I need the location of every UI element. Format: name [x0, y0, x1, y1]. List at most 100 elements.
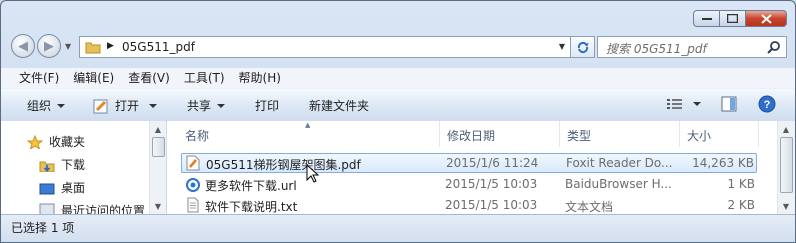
- column-divider[interactable]: [679, 121, 680, 147]
- maximize-button[interactable]: [719, 10, 745, 27]
- refresh-button[interactable]: [571, 36, 595, 58]
- close-button[interactable]: [745, 10, 787, 27]
- nav-recent-places-label: 最近访问的位置: [61, 204, 146, 214]
- print-button[interactable]: 打印: [255, 97, 279, 114]
- file-row[interactable]: 软件下载说明.txt 2015/1/5 10:03 文本文档 2 KB: [181, 196, 757, 216]
- nav-downloads[interactable]: 下载: [39, 156, 85, 173]
- file-type: 文本文档: [565, 200, 614, 214]
- column-modified[interactable]: 修改日期: [447, 127, 495, 144]
- nav-desktop-label: 桌面: [61, 181, 86, 195]
- folder-icon: [85, 42, 101, 54]
- nav-favorites[interactable]: 收藏夹: [27, 133, 85, 150]
- column-name[interactable]: 名称: [185, 127, 209, 144]
- file-type: BaiduBrowser H...: [565, 177, 671, 191]
- column-type[interactable]: 类型: [567, 127, 591, 144]
- forward-arrow-icon: ▶: [44, 38, 54, 54]
- preview-pane-button[interactable]: [721, 96, 737, 112]
- help-button[interactable]: ?: [758, 95, 776, 113]
- file-modified: 2015/1/5 10:03: [445, 198, 538, 212]
- menu-file[interactable]: 文件(F): [19, 68, 59, 88]
- open-with-editor-icon: [93, 99, 108, 113]
- file-size: 1 KB: [727, 177, 755, 191]
- file-row[interactable]: 更多软件下载.url 2015/1/5 10:03 BaiduBrowser H…: [181, 175, 757, 195]
- downloads-folder-icon: [39, 161, 55, 172]
- scroll-up-icon[interactable]: ▲: [150, 122, 166, 136]
- open-dropdown-icon: [149, 103, 158, 108]
- menu-help[interactable]: 帮助(H): [239, 68, 281, 88]
- recent-pages-chevron-icon[interactable]: ▼: [65, 42, 71, 51]
- view-dropdown-icon: [693, 102, 701, 106]
- menu-view[interactable]: 查看(V): [128, 68, 170, 88]
- search-icon[interactable]: [767, 40, 781, 54]
- preview-pane-icon: [721, 96, 737, 112]
- sort-ascending-icon: ▲: [305, 121, 311, 129]
- file-name: 05G511梯形钢屋架图集.pdf: [206, 158, 361, 172]
- command-bar: 组织 打开 共享 打印 新建文件夹 ?: [1, 88, 795, 122]
- new-folder-label: 新建文件夹: [309, 99, 370, 113]
- file-list: ▲ 名称 修改日期 类型 大小 05G511梯形钢屋架图集.pdf 2015/1…: [167, 121, 795, 214]
- open-button[interactable]: 打开: [93, 97, 158, 114]
- organize-button[interactable]: 组织: [27, 97, 66, 114]
- nav-desktop[interactable]: 桌面: [39, 179, 85, 196]
- new-folder-button[interactable]: 新建文件夹: [309, 97, 369, 114]
- address-bar[interactable]: ▶ 05G511_pdf ▼: [79, 36, 571, 58]
- desktop-icon: [39, 183, 55, 194]
- back-arrow-icon: ◀: [18, 38, 28, 54]
- menu-tools[interactable]: 工具(T): [184, 68, 225, 88]
- forward-button[interactable]: ▶: [37, 34, 61, 58]
- share-label: 共享: [187, 99, 212, 113]
- print-label: 打印: [255, 99, 280, 113]
- column-divider[interactable]: [758, 121, 759, 147]
- star-icon: [27, 134, 43, 149]
- menu-edit[interactable]: 编辑(E): [73, 68, 114, 88]
- refresh-icon: [577, 41, 589, 54]
- breadcrumb-arrow-icon[interactable]: ▶: [107, 41, 114, 51]
- share-button[interactable]: 共享: [187, 97, 226, 114]
- share-dropdown-icon: [217, 103, 226, 108]
- svg-text:?: ?: [764, 99, 771, 111]
- navigation-row: ◀ ▶ ▼ ▶ 05G511_pdf ▼ 搜索 05G511_pdf: [9, 33, 787, 61]
- maximize-icon: [727, 14, 738, 23]
- file-name: 更多软件下载.url: [205, 179, 297, 193]
- column-header-row: ▲ 名称 修改日期 类型 大小: [167, 121, 795, 147]
- nav-downloads-label: 下载: [61, 158, 86, 172]
- organize-dropdown-icon: [57, 103, 66, 108]
- scroll-down-icon[interactable]: ▼: [778, 199, 794, 213]
- file-list-scrollbar[interactable]: ▲ ▼: [777, 121, 795, 214]
- minimize-button[interactable]: [693, 10, 719, 27]
- nav-favorites-label: 收藏夹: [49, 135, 86, 149]
- navigation-scroll-thumb[interactable]: [152, 137, 165, 157]
- recent-places-icon: [39, 203, 55, 214]
- breadcrumb-current[interactable]: 05G511_pdf: [122, 40, 195, 54]
- menu-bar: 文件(F) 编辑(E) 查看(V) 工具(T) 帮助(H): [1, 67, 795, 88]
- file-row[interactable]: 05G511梯形钢屋架图集.pdf 2015/1/6 11:24 Foxit R…: [181, 153, 757, 173]
- file-size: 14,263 KB: [692, 156, 754, 170]
- close-icon: [760, 13, 772, 24]
- column-divider[interactable]: [439, 121, 440, 147]
- open-label: 打开: [115, 99, 140, 113]
- explorer-window: ◀ ▶ ▼ ▶ 05G511_pdf ▼ 搜索 05G511_pdf 文件(F)…: [0, 0, 796, 243]
- file-type: Foxit Reader Do...: [566, 156, 672, 170]
- column-divider[interactable]: [559, 121, 560, 147]
- pdf-icon: [186, 155, 200, 171]
- view-options-button[interactable]: [667, 98, 701, 110]
- column-size[interactable]: 大小: [687, 127, 711, 144]
- minimize-icon: [701, 17, 712, 20]
- navigation-pane-scrollbar[interactable]: ▲ ▼: [149, 121, 166, 214]
- file-list-scroll-thumb[interactable]: [780, 137, 793, 193]
- nav-recent-places[interactable]: 最近访问的位置: [39, 202, 145, 214]
- address-dropdown-icon[interactable]: ▼: [559, 42, 565, 51]
- search-field[interactable]: 搜索 05G511_pdf: [597, 36, 787, 58]
- file-name: 软件下载说明.txt: [205, 200, 298, 214]
- scroll-up-icon[interactable]: ▲: [778, 122, 794, 136]
- file-size: 2 KB: [727, 198, 755, 212]
- text-file-icon: [187, 197, 199, 213]
- help-icon: ?: [758, 95, 776, 113]
- file-modified: 2015/1/5 10:03: [445, 177, 538, 191]
- back-button[interactable]: ◀: [11, 34, 35, 58]
- navigation-pane: 收藏夹 下载 桌面 最近访问的位置: [1, 121, 166, 214]
- window-caption-buttons: [693, 10, 787, 27]
- file-modified: 2015/1/6 11:24: [446, 156, 539, 170]
- scroll-down-icon[interactable]: ▼: [150, 199, 166, 213]
- status-bar: 已选择 1 项: [1, 214, 795, 242]
